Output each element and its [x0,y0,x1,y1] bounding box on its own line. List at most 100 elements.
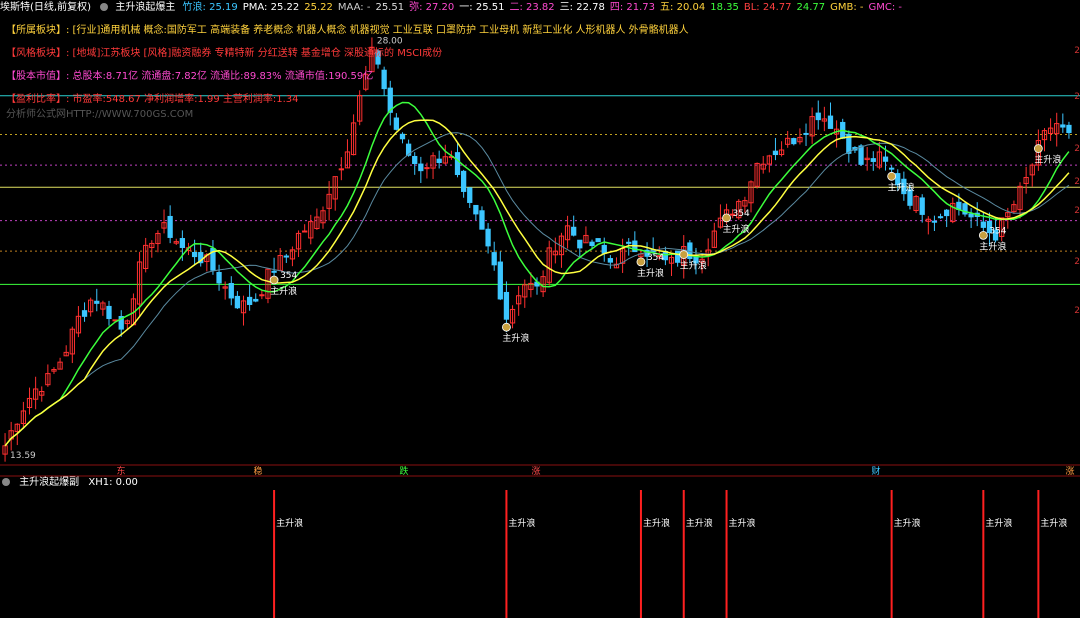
right-axis-label-6: 2 [1074,306,1080,316]
candle-body [246,296,253,305]
candle-body [937,216,944,219]
indicator-value-7: 二: 23.82 [509,2,555,13]
candle-body [393,117,400,130]
indicator-value-13: 24.77 [796,2,826,13]
indicator-dot-icon [100,3,109,11]
main-wave-label: 主升浪 [502,332,529,344]
candle-body [626,241,632,244]
candle-body [791,138,797,145]
candle-body [485,228,491,247]
candle-body [931,220,938,223]
candle-body [179,238,186,248]
sub-indicator-dot-icon [2,478,10,486]
candle-body [94,300,100,304]
candle-body [283,255,289,258]
coin-icon [636,257,646,267]
signal-code-label: 354 [989,226,1006,236]
sub-signal-label: 主升浪 [686,517,713,529]
indicator-value-1: PMA: 25.22 [242,2,300,13]
calendar-tag-4: 财 [871,465,880,477]
candle-body [228,282,234,299]
coin-icon [1033,144,1043,153]
candle-body [1066,124,1072,134]
sub-indicator-value: XH1: 0.00 [88,477,138,488]
calendar-tag-5: 涨 [1065,466,1074,477]
main-wave-label: 主升浪 [637,267,664,279]
sub-signal-label: 主升浪 [1040,517,1067,529]
candle-body [81,310,88,317]
indicator-value-4: 25.51 [375,2,405,13]
candle-body [191,251,198,258]
candle-body [436,158,442,163]
candle-body [381,69,387,90]
price-low-label: 13.59 [10,451,36,461]
candle-body [1060,124,1066,128]
candle-body [503,291,510,320]
signal-code-label: 354 [647,253,664,263]
sub-signal-label: 主升浪 [894,517,921,529]
candle-body [399,133,406,140]
candle-body [234,295,241,309]
candle-body [271,270,277,273]
candle-body [888,167,895,170]
candle-body [106,305,112,320]
signal-code-label: 354 [733,209,750,219]
candle-body [601,244,607,254]
sub-indicator-name[interactable]: 主升浪起爆副 [19,477,79,488]
candle-body [216,271,222,284]
candle-body [827,115,834,129]
info-line-2: 【股本市值】: 总股本:8.71亿 流通盘:7.82亿 流通比:89.83% 流… [6,71,374,82]
candle-body [338,168,344,171]
candle-body [454,152,461,176]
right-axis-label-0: 2 [1074,46,1080,56]
sub-signal-label: 主升浪 [508,517,535,529]
candle-body [968,213,974,218]
indicator-value-9: 四: 21.73 [609,2,656,13]
calendar-tag-2: 跌 [399,466,408,477]
indicator-value-3: MAA: - [337,2,371,13]
candle-body [167,215,173,238]
candle-body [919,197,925,215]
candle-body [944,209,950,217]
main-wave-label: 主升浪 [1034,154,1061,166]
candle-body [473,204,479,215]
candle-body [491,252,497,266]
main-wave-label: 主升浪 [723,223,750,235]
main-wave-label: 主升浪 [979,240,1006,252]
candle-body [858,145,864,165]
indicator-value-6: 一: 25.51 [459,2,505,13]
coin-icon [502,322,511,332]
indicator-value-12: BL: 24.77 [743,2,792,13]
right-axis-label-5: 2 [1074,257,1080,267]
header-bar: 埃斯特(日线,前复权) 主升浪起爆主 竹浪: 25.19 PMA: 25.22 25… [0,0,1080,16]
sub-signal-label: 主升浪 [985,517,1012,529]
candle-body [460,170,467,192]
candle-body [589,241,595,247]
right-axis-label-2: 2 [1074,144,1080,154]
info-line-3: 【盈利比率】: 市盈率:548.67 净利润增率:1.99 主营利润率:1.34 [6,94,299,105]
indicator-value-5: 弥: 27.20 [409,2,455,13]
candle-body [412,155,418,165]
candle-body [302,230,308,233]
indicator-value-10: 五: 20.04 [660,2,706,13]
right-axis-label-3: 2 [1074,177,1080,187]
sub-signal-label: 主升浪 [276,517,303,529]
coin-icon [887,171,897,181]
indicator-value-0: 竹浪: 25.19 [182,2,238,13]
candle-body [607,258,614,263]
candle-body [418,163,424,172]
right-axis-label-4: 2 [1074,206,1080,216]
indicator-value-11: 18.35 [710,2,739,13]
indicator-name[interactable]: 主升浪起爆主 [115,0,175,16]
sub-header: 主升浪起爆副 XH1: 0.00 [0,476,144,490]
coin-icon [679,250,689,259]
stock-name[interactable]: 埃斯特(日线,前复权) [0,0,91,16]
candle-body [497,261,503,300]
candle-body [467,187,473,203]
sub-signal-label: 主升浪 [729,517,756,529]
coin-icon [269,275,279,285]
candle-body [571,226,577,236]
candle-body [479,210,485,230]
candle-body [424,167,430,170]
coin-icon [978,230,988,240]
